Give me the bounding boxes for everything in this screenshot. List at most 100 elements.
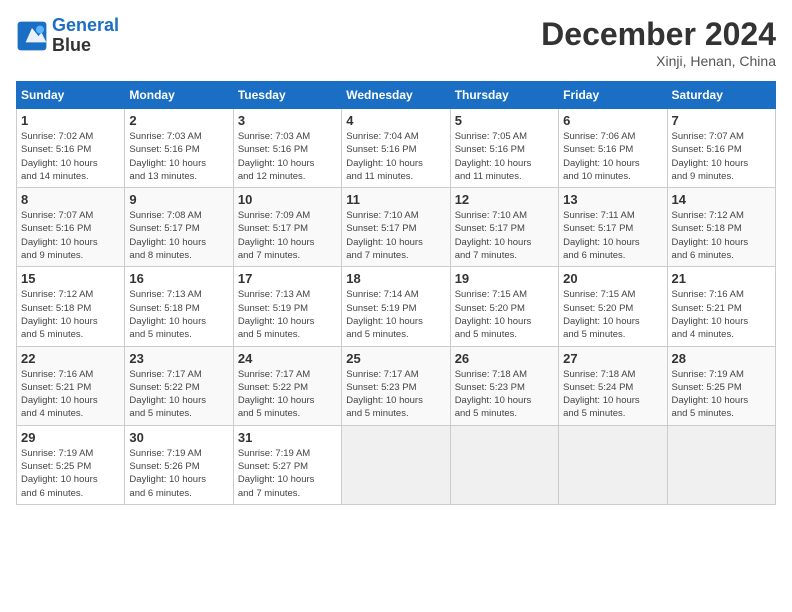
day-number: 29 [21, 430, 120, 445]
day-number: 22 [21, 351, 120, 366]
calendar-cell: 10Sunrise: 7:09 AMSunset: 5:17 PMDayligh… [233, 188, 341, 267]
day-info: Sunrise: 7:18 AMSunset: 5:24 PMDaylight:… [563, 368, 662, 421]
calendar-cell: 8 Sunrise: 7:07 AMSunset: 5:16 PMDaylight… [17, 188, 125, 267]
calendar-cell: 21 Sunrise: 7:16 AMSunset: 5:21 PMDayligh… [667, 267, 775, 346]
month-title: December 2024 [541, 16, 776, 53]
calendar-cell: 29Sunrise: 7:19 AMSunset: 5:25 PMDayligh… [17, 425, 125, 504]
day-number: 30 [129, 430, 228, 445]
calendar-week-3: 15Sunrise: 7:12 AMSunset: 5:18 PMDayligh… [17, 267, 776, 346]
day-info: Sunrise: 7:17 AMSunset: 5:23 PMDaylight:… [346, 368, 445, 421]
day-number: 8 [21, 192, 120, 207]
calendar-cell: 14 Sunrise: 7:12 AMSunset: 5:18 PMDayligh… [667, 188, 775, 267]
day-number: 14 [672, 192, 771, 207]
calendar-week-1: 1 Sunrise: 7:02 AMSunset: 5:16 PMDaylight… [17, 109, 776, 188]
day-info: Sunrise: 7:06 AMSunset: 5:16 PMDaylight:… [563, 130, 662, 183]
day-number: 18 [346, 271, 445, 286]
day-number: 28 [672, 351, 771, 366]
weekday-header-thursday: Thursday [450, 82, 558, 109]
weekday-header-sunday: Sunday [17, 82, 125, 109]
calendar-cell: 19Sunrise: 7:15 AMSunset: 5:20 PMDayligh… [450, 267, 558, 346]
calendar-cell: 3 Sunrise: 7:03 AMSunset: 5:16 PMDaylight… [233, 109, 341, 188]
day-info: Sunrise: 7:17 AMSunset: 5:22 PMDaylight:… [129, 368, 228, 421]
day-info: Sunrise: 7:02 AMSunset: 5:16 PMDaylight:… [21, 130, 120, 183]
day-number: 7 [672, 113, 771, 128]
calendar-cell [342, 425, 450, 504]
calendar-header-row: SundayMondayTuesdayWednesdayThursdayFrid… [17, 82, 776, 109]
day-info: Sunrise: 7:03 AMSunset: 5:16 PMDaylight:… [238, 130, 337, 183]
calendar-cell: 2Sunrise: 7:03 AMSunset: 5:16 PMDaylight… [125, 109, 233, 188]
calendar-week-2: 8 Sunrise: 7:07 AMSunset: 5:16 PMDaylight… [17, 188, 776, 267]
logo: General Blue [16, 16, 119, 56]
day-number: 20 [563, 271, 662, 286]
day-number: 17 [238, 271, 337, 286]
calendar-cell: 12 Sunrise: 7:10 AMSunset: 5:17 PMDayligh… [450, 188, 558, 267]
day-number: 31 [238, 430, 337, 445]
day-number: 3 [238, 113, 337, 128]
day-number: 21 [672, 271, 771, 286]
day-number: 5 [455, 113, 554, 128]
calendar-table: SundayMondayTuesdayWednesdayThursdayFrid… [16, 81, 776, 505]
location: Xinji, Henan, China [541, 53, 776, 69]
calendar-cell: 27 Sunrise: 7:18 AMSunset: 5:24 PMDayligh… [559, 346, 667, 425]
day-number: 16 [129, 271, 228, 286]
day-info: Sunrise: 7:13 AMSunset: 5:19 PMDaylight:… [238, 288, 337, 341]
calendar-cell: 31Sunrise: 7:19 AMSunset: 5:27 PMDayligh… [233, 425, 341, 504]
calendar-cell: 20 Sunrise: 7:15 AMSunset: 5:20 PMDayligh… [559, 267, 667, 346]
day-number: 27 [563, 351, 662, 366]
day-info: Sunrise: 7:07 AMSunset: 5:16 PMDaylight:… [672, 130, 771, 183]
calendar-cell: 13 Sunrise: 7:11 AMSunset: 5:17 PMDayligh… [559, 188, 667, 267]
day-info: Sunrise: 7:13 AMSunset: 5:18 PMDaylight:… [129, 288, 228, 341]
calendar-cell: 11 Sunrise: 7:10 AMSunset: 5:17 PMDayligh… [342, 188, 450, 267]
day-info: Sunrise: 7:19 AMSunset: 5:25 PMDaylight:… [672, 368, 771, 421]
day-number: 2 [129, 113, 228, 128]
calendar-cell: 25Sunrise: 7:17 AMSunset: 5:23 PMDayligh… [342, 346, 450, 425]
calendar-week-5: 29Sunrise: 7:19 AMSunset: 5:25 PMDayligh… [17, 425, 776, 504]
day-info: Sunrise: 7:09 AMSunset: 5:17 PMDaylight:… [238, 209, 337, 262]
day-number: 24 [238, 351, 337, 366]
calendar-cell: 5Sunrise: 7:05 AMSunset: 5:16 PMDaylight… [450, 109, 558, 188]
day-number: 13 [563, 192, 662, 207]
weekday-header-saturday: Saturday [667, 82, 775, 109]
day-info: Sunrise: 7:08 AMSunset: 5:17 PMDaylight:… [129, 209, 228, 262]
day-number: 4 [346, 113, 445, 128]
calendar-cell: 22Sunrise: 7:16 AMSunset: 5:21 PMDayligh… [17, 346, 125, 425]
calendar-cell: 1 Sunrise: 7:02 AMSunset: 5:16 PMDaylight… [17, 109, 125, 188]
calendar-cell: 28 Sunrise: 7:19 AMSunset: 5:25 PMDayligh… [667, 346, 775, 425]
day-number: 11 [346, 192, 445, 207]
day-number: 26 [455, 351, 554, 366]
day-info: Sunrise: 7:18 AMSunset: 5:23 PMDaylight:… [455, 368, 554, 421]
page-header: General Blue December 2024 Xinji, Henan,… [16, 16, 776, 69]
calendar-cell: 18 Sunrise: 7:14 AMSunset: 5:19 PMDayligh… [342, 267, 450, 346]
calendar-cell: 9 Sunrise: 7:08 AMSunset: 5:17 PMDaylight… [125, 188, 233, 267]
day-number: 1 [21, 113, 120, 128]
day-info: Sunrise: 7:15 AMSunset: 5:20 PMDaylight:… [455, 288, 554, 341]
calendar-cell: 24Sunrise: 7:17 AMSunset: 5:22 PMDayligh… [233, 346, 341, 425]
title-block: December 2024 Xinji, Henan, China [541, 16, 776, 69]
day-info: Sunrise: 7:07 AMSunset: 5:16 PMDaylight:… [21, 209, 120, 262]
day-info: Sunrise: 7:16 AMSunset: 5:21 PMDaylight:… [672, 288, 771, 341]
day-info: Sunrise: 7:12 AMSunset: 5:18 PMDaylight:… [672, 209, 771, 262]
day-info: Sunrise: 7:10 AMSunset: 5:17 PMDaylight:… [455, 209, 554, 262]
calendar-cell: 17 Sunrise: 7:13 AMSunset: 5:19 PMDayligh… [233, 267, 341, 346]
logo-text: General Blue [52, 16, 119, 56]
calendar-cell: 30 Sunrise: 7:19 AMSunset: 5:26 PMDayligh… [125, 425, 233, 504]
day-info: Sunrise: 7:14 AMSunset: 5:19 PMDaylight:… [346, 288, 445, 341]
weekday-header-tuesday: Tuesday [233, 82, 341, 109]
day-number: 9 [129, 192, 228, 207]
calendar-body: 1 Sunrise: 7:02 AMSunset: 5:16 PMDaylight… [17, 109, 776, 505]
day-info: Sunrise: 7:19 AMSunset: 5:26 PMDaylight:… [129, 447, 228, 500]
day-info: Sunrise: 7:15 AMSunset: 5:20 PMDaylight:… [563, 288, 662, 341]
calendar-cell: 23Sunrise: 7:17 AMSunset: 5:22 PMDayligh… [125, 346, 233, 425]
calendar-cell: 6Sunrise: 7:06 AMSunset: 5:16 PMDaylight… [559, 109, 667, 188]
logo-icon [16, 20, 48, 52]
calendar-cell: 16 Sunrise: 7:13 AMSunset: 5:18 PMDayligh… [125, 267, 233, 346]
day-number: 12 [455, 192, 554, 207]
day-info: Sunrise: 7:11 AMSunset: 5:17 PMDaylight:… [563, 209, 662, 262]
day-info: Sunrise: 7:10 AMSunset: 5:17 PMDaylight:… [346, 209, 445, 262]
calendar-cell [667, 425, 775, 504]
calendar-cell: 7 Sunrise: 7:07 AMSunset: 5:16 PMDaylight… [667, 109, 775, 188]
calendar-cell: 15Sunrise: 7:12 AMSunset: 5:18 PMDayligh… [17, 267, 125, 346]
day-info: Sunrise: 7:04 AMSunset: 5:16 PMDaylight:… [346, 130, 445, 183]
weekday-header-friday: Friday [559, 82, 667, 109]
calendar-week-4: 22Sunrise: 7:16 AMSunset: 5:21 PMDayligh… [17, 346, 776, 425]
